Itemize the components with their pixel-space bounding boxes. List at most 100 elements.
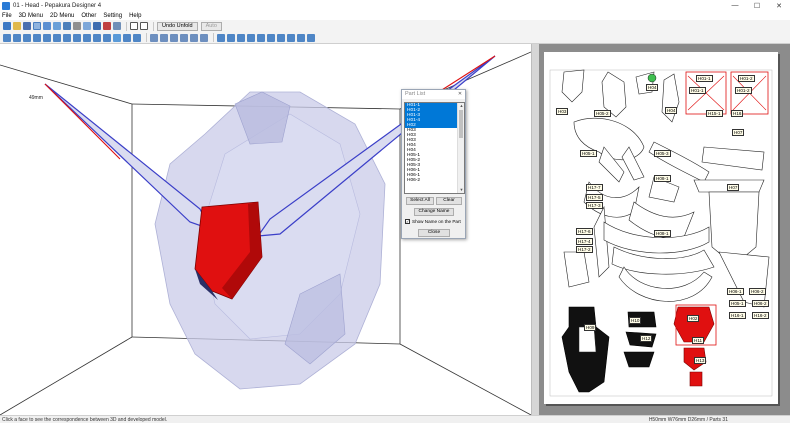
edit-flap-icon[interactable] <box>63 33 71 42</box>
rotate-icon[interactable] <box>43 22 51 30</box>
part-outline[interactable] <box>563 251 590 288</box>
menu-help[interactable]: Help <box>129 13 141 19</box>
menu-file[interactable]: File <box>2 13 12 19</box>
show-name-checkbox[interactable]: ✓ <box>405 219 410 224</box>
part-label[interactable]: H16-1 <box>729 312 746 319</box>
fold-line-icon[interactable] <box>73 33 81 42</box>
rotate-tool-icon[interactable] <box>23 33 31 42</box>
snap-icon[interactable] <box>287 33 295 42</box>
align-middle-icon[interactable] <box>190 33 198 42</box>
align-left-icon[interactable] <box>150 33 158 42</box>
listbox-scrollbar[interactable]: ▲ ▼ <box>457 103 464 193</box>
part-label[interactable]: H17-6 <box>576 228 593 235</box>
part-list-item[interactable]: H06-2 <box>405 178 457 183</box>
print-icon[interactable] <box>73 22 81 30</box>
part-label[interactable]: H12 <box>640 335 653 342</box>
check-icon[interactable] <box>103 33 111 42</box>
part-label[interactable]: H01-1 <box>696 75 713 82</box>
part-h12-black[interactable] <box>623 351 655 368</box>
show-name-option[interactable]: ✓ Show Name on the Part <box>405 219 461 224</box>
part-label[interactable]: H09 <box>584 324 597 331</box>
part-label[interactable]: H17-5 <box>586 194 603 201</box>
mode-select-icon[interactable] <box>33 22 41 30</box>
scroll-up-icon[interactable]: ▲ <box>458 103 464 109</box>
part-outline[interactable] <box>593 205 610 278</box>
align-right-icon[interactable] <box>170 33 178 42</box>
save-icon[interactable] <box>23 22 31 30</box>
join-edge-icon[interactable] <box>33 33 41 42</box>
undo-unfold-button[interactable]: Undo Unfold <box>157 21 198 31</box>
scroll-thumb[interactable] <box>459 110 463 138</box>
part-label[interactable]: H06-1 <box>727 288 744 295</box>
part-label[interactable]: H15-1 <box>706 110 723 117</box>
part-label[interactable]: H02 <box>687 315 700 322</box>
menu-other[interactable]: Other <box>81 13 96 19</box>
scale-icon[interactable] <box>257 33 265 42</box>
layer-icon[interactable] <box>217 33 225 42</box>
pattern-icon[interactable] <box>297 33 305 42</box>
dialog-close-icon[interactable]: ✕ <box>457 91 463 97</box>
part-label[interactable]: H17-7 <box>586 184 603 191</box>
text-tool-icon[interactable] <box>83 33 91 42</box>
split-edge-icon[interactable] <box>43 33 51 42</box>
select-tool-icon[interactable] <box>3 33 11 42</box>
part-label[interactable]: H06-2 <box>749 288 766 295</box>
part-label[interactable]: H11 <box>692 337 705 344</box>
align-bottom-icon[interactable] <box>200 33 208 42</box>
part-label[interactable]: H16-2 <box>752 312 769 319</box>
part-listbox[interactable]: H01-1 H01-2 H01-3 H01-4 H02 H03 H03 H03 H04 H04 H0… <box>404 102 465 194</box>
minimize-button[interactable]: — <box>724 0 746 11</box>
part-h07-body[interactable] <box>708 191 760 258</box>
part-label[interactable]: H05-1 <box>729 300 746 307</box>
part-outline[interactable] <box>561 69 585 103</box>
select-all-button[interactable]: Select All <box>406 197 434 205</box>
part-label[interactable]: H08-1 <box>654 175 671 182</box>
ungroup-icon[interactable] <box>237 33 245 42</box>
part-label[interactable]: H16 <box>731 110 744 117</box>
flap-icon[interactable] <box>53 33 61 42</box>
part-label[interactable]: H08-1 <box>654 230 671 237</box>
close-dialog-button[interactable]: Close <box>418 229 450 237</box>
auto-button[interactable]: Auto <box>200 21 222 31</box>
zoom-icon[interactable] <box>63 22 71 30</box>
close-window-button[interactable]: ✕ <box>768 0 790 11</box>
part-label[interactable]: H03 <box>556 108 569 115</box>
scroll-down-icon[interactable]: ▼ <box>458 187 464 193</box>
part-label[interactable]: H05-1 <box>580 150 597 157</box>
part-label[interactable]: H05-2 <box>594 110 611 117</box>
change-name-button[interactable]: Change Name <box>414 208 454 216</box>
group-icon[interactable] <box>227 33 235 42</box>
part-outline[interactable] <box>701 146 765 171</box>
menu-setting[interactable]: Setting <box>103 13 122 19</box>
part-label[interactable]: H01-1 <box>689 87 706 94</box>
part-label[interactable]: H17-4 <box>576 238 593 245</box>
part-label[interactable]: H01-2 <box>738 75 755 82</box>
menu-2d[interactable]: 2D Menu <box>50 13 74 19</box>
part-label[interactable]: H05-3 <box>654 150 671 157</box>
view-3d-icon[interactable] <box>130 22 138 30</box>
number-icon[interactable] <box>307 33 315 42</box>
part-label[interactable]: H01-2 <box>735 87 752 94</box>
menu-3d[interactable]: 3D Menu <box>19 13 43 19</box>
new-file-icon[interactable] <box>3 22 11 30</box>
part-label[interactable]: H17-3 <box>586 202 603 209</box>
part-outline[interactable] <box>661 73 680 123</box>
color-icon[interactable] <box>103 22 111 30</box>
part-label[interactable]: H13 <box>694 357 707 364</box>
view-splitter[interactable] <box>531 44 539 415</box>
redo-icon[interactable] <box>133 33 141 42</box>
2d-viewport[interactable]: H01-1 H01-2 H01-1 H01-2 H04 H03 H04 H05-2 H15-1 H… <box>539 44 790 415</box>
part-label[interactable]: H06-2 <box>752 300 769 307</box>
part-h13-red[interactable] <box>689 371 703 387</box>
part-h04-marker[interactable] <box>647 73 657 83</box>
unfold-icon[interactable] <box>83 22 91 30</box>
arrange-icon[interactable] <box>247 33 255 42</box>
texture-icon[interactable] <box>93 22 101 30</box>
open-folder-icon[interactable] <box>13 22 21 30</box>
part-label[interactable]: H04 <box>665 107 678 114</box>
part-outline[interactable] <box>718 251 770 308</box>
pan-tool-icon[interactable] <box>113 33 121 42</box>
part-label[interactable]: H07 <box>727 184 740 191</box>
align-center-icon[interactable] <box>160 33 168 42</box>
page-setup-icon[interactable] <box>267 33 275 42</box>
